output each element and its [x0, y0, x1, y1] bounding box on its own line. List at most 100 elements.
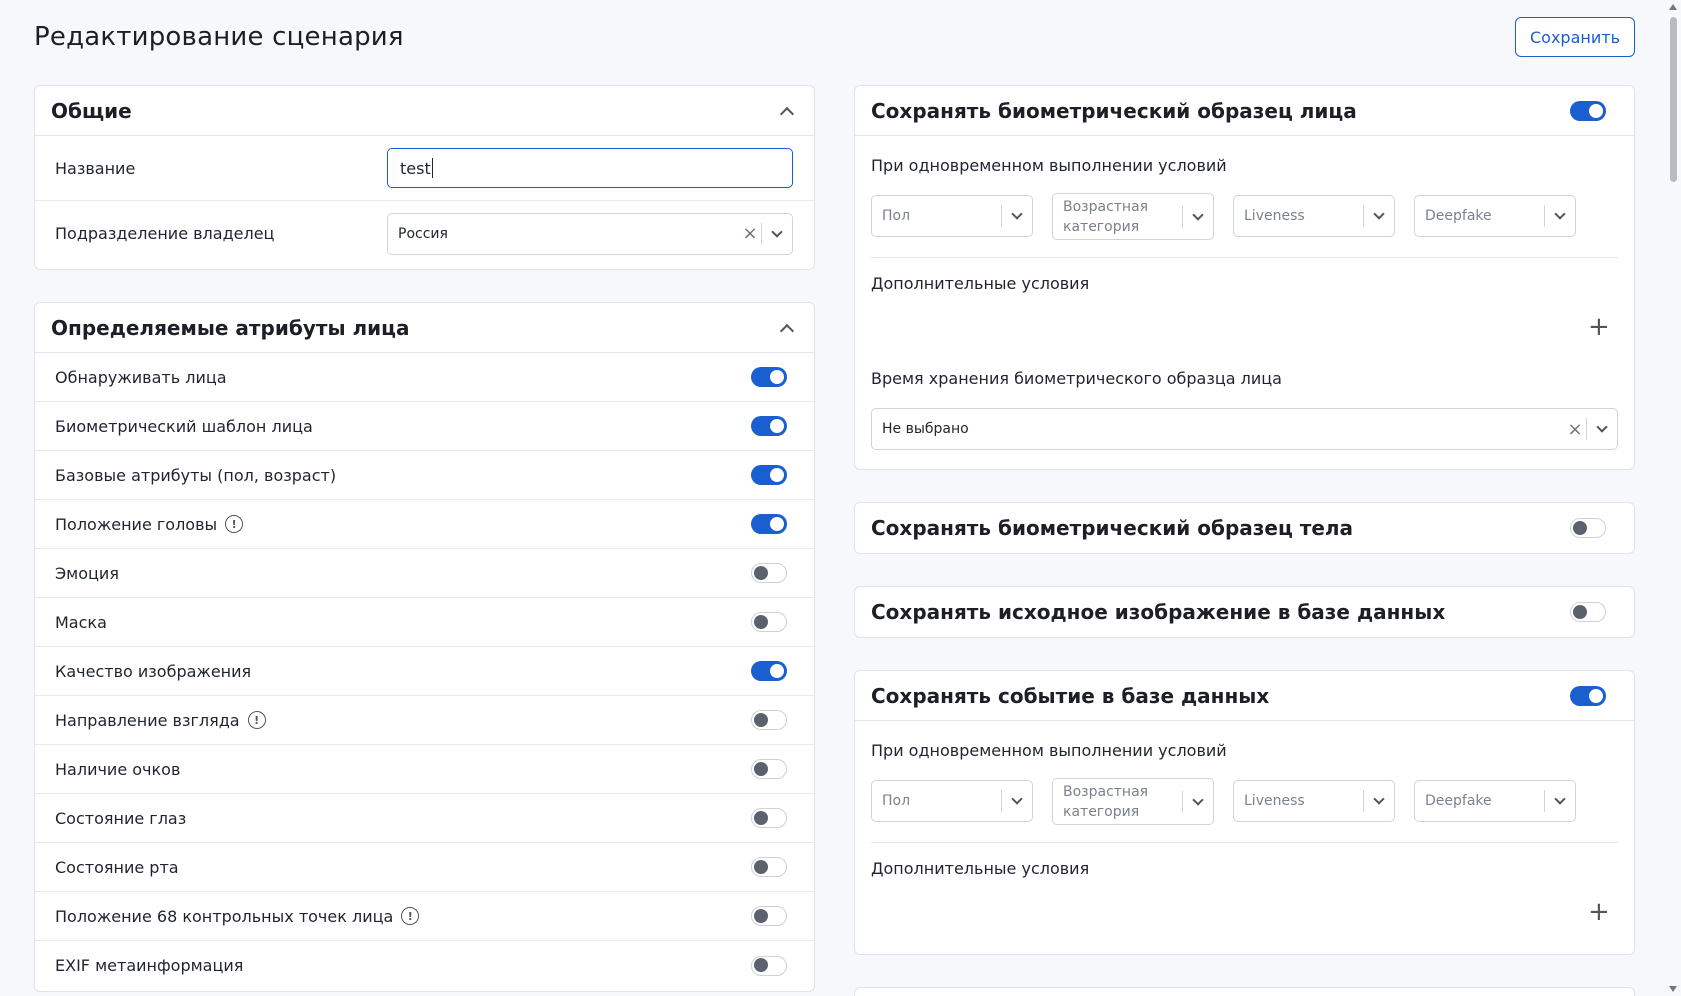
general-card-title: Общие	[51, 98, 132, 123]
chevron-down-icon[interactable]	[1002, 196, 1032, 236]
storage-time-select[interactable]: Не выбрано ×	[871, 408, 1618, 450]
attribute-toggle[interactable]	[751, 563, 787, 583]
attribute-row: Направление взгляда!	[35, 696, 814, 745]
body-sample-toggle[interactable]	[1570, 518, 1606, 538]
attribute-label: Наличие очков	[55, 760, 180, 779]
info-icon[interactable]: !	[401, 907, 420, 925]
attribute-label-text: Обнаруживать лица	[55, 367, 227, 387]
gender-filter-select[interactable]: Пол	[871, 195, 1033, 237]
text-caret	[431, 158, 433, 178]
add-condition-plus-icon[interactable]: +	[1588, 899, 1610, 925]
toggle-knob	[770, 664, 784, 678]
age-filter-placeholder: Возрастная категория	[1063, 198, 1149, 235]
face-sample-header: Сохранять биометрический образец лица	[855, 86, 1634, 136]
attribute-label-text: Положение 68 контрольных точек лица	[55, 906, 394, 926]
source-image-toggle[interactable]	[1570, 602, 1606, 622]
attribute-label: Обнаруживать лица	[55, 368, 227, 387]
chevron-down-icon[interactable]	[1002, 781, 1032, 821]
chevron-down-icon[interactable]	[762, 214, 792, 254]
face-extra-label: Дополнительные условия	[871, 274, 1090, 293]
attribute-toggle[interactable]	[751, 612, 787, 632]
deepfake-filter-select[interactable]: Deepfake	[1414, 780, 1576, 822]
attribute-row: Эмоция	[35, 549, 814, 598]
toggle-knob	[770, 517, 784, 531]
general-card-header[interactable]: Общие	[35, 86, 814, 136]
attribute-label: Эмоция	[55, 564, 119, 583]
deepfake-filter-select[interactable]: Deepfake	[1414, 195, 1576, 237]
collapse-chevron-icon[interactable]	[779, 106, 795, 121]
attribute-label-text: Состояние глаз	[55, 808, 187, 828]
liveness-filter-placeholder: Liveness	[1244, 793, 1305, 809]
gender-filter-placeholder: Пол	[882, 208, 911, 224]
event-filter-row: Пол Возрастная категория Liveness Deepfa…	[871, 778, 1576, 825]
scroll-thumb[interactable]	[1670, 17, 1677, 182]
clear-icon[interactable]: ×	[1564, 419, 1586, 440]
attribute-toggle[interactable]	[751, 857, 787, 877]
clear-icon[interactable]: ×	[739, 223, 761, 244]
toggle-knob	[754, 712, 768, 727]
info-icon[interactable]: !	[225, 515, 244, 533]
attribute-toggle[interactable]	[751, 906, 787, 926]
gender-filter-select[interactable]: Пол	[871, 780, 1033, 822]
attribute-toggle[interactable]	[751, 465, 787, 485]
liveness-filter-placeholder: Liveness	[1244, 208, 1305, 224]
collapse-chevron-icon[interactable]	[779, 323, 795, 338]
add-condition-plus-icon[interactable]: +	[1588, 314, 1610, 340]
attributes-card-header[interactable]: Определяемые атрибуты лица	[35, 303, 814, 353]
attributes-card-title: Определяемые атрибуты лица	[51, 315, 410, 340]
name-input[interactable]: test	[387, 148, 793, 188]
attribute-toggle[interactable]	[751, 955, 787, 976]
liveness-filter-select[interactable]: Liveness	[1233, 780, 1395, 822]
chevron-down-icon[interactable]	[1545, 196, 1575, 236]
toggle-knob	[754, 614, 768, 629]
chevron-down-icon[interactable]	[1183, 194, 1213, 239]
chevron-down-icon[interactable]	[1545, 781, 1575, 821]
attribute-toggle[interactable]	[751, 759, 787, 779]
next-card	[854, 987, 1635, 996]
age-filter-select[interactable]: Возрастная категория	[1052, 193, 1214, 240]
storage-time-label: Время хранения биометрического образца л…	[871, 369, 1282, 388]
face-sample-title: Сохранять биометрический образец лица	[871, 98, 1357, 123]
source-image-title: Сохранять исходное изображение в базе да…	[871, 600, 1446, 624]
face-sample-toggle[interactable]	[1570, 100, 1606, 121]
attribute-row: Обнаруживать лица	[35, 353, 814, 402]
attribute-toggle[interactable]	[751, 367, 787, 387]
toggle-knob	[770, 370, 784, 384]
owner-row: Подразделение владелец Россия ×	[35, 201, 814, 266]
source-image-card: Сохранять исходное изображение в базе да…	[854, 586, 1635, 638]
attribute-toggle[interactable]	[751, 808, 787, 828]
name-row: Название test	[35, 136, 814, 201]
event-conditions-label: При одновременном выполнении условий	[871, 741, 1227, 760]
chevron-down-icon[interactable]	[1587, 409, 1617, 449]
scroll-up-arrow-icon[interactable]	[1669, 4, 1677, 10]
body-sample-title: Сохранять биометрический образец тела	[871, 516, 1354, 540]
attribute-toggle[interactable]	[751, 514, 787, 534]
gender-filter-placeholder: Пол	[882, 793, 911, 809]
attribute-label-text: EXIF метаинформация	[55, 956, 244, 975]
save-button[interactable]: Сохранить	[1515, 17, 1635, 57]
owner-label: Подразделение владелец	[55, 224, 275, 243]
attribute-toggle[interactable]	[751, 416, 787, 436]
chevron-down-icon[interactable]	[1364, 781, 1394, 821]
page-scrollbar[interactable]	[1666, 0, 1681, 996]
liveness-filter-select[interactable]: Liveness	[1233, 195, 1395, 237]
name-input-value: test	[400, 158, 431, 178]
toggle-knob	[754, 859, 768, 874]
chevron-down-icon[interactable]	[1364, 196, 1394, 236]
face-sample-card: Сохранять биометрический образец лица Пр…	[854, 85, 1635, 470]
scroll-down-arrow-icon[interactable]	[1669, 986, 1677, 992]
attribute-toggle[interactable]	[751, 661, 787, 681]
attribute-label: Направление взгляда!	[55, 711, 266, 730]
attribute-toggle[interactable]	[751, 710, 787, 730]
attribute-label: Базовые атрибуты (пол, возраст)	[55, 466, 336, 485]
info-icon[interactable]: !	[247, 711, 266, 729]
attribute-row: Состояние глаз	[35, 794, 814, 843]
toggle-knob	[770, 468, 784, 482]
age-filter-select[interactable]: Возрастная категория	[1052, 778, 1214, 825]
chevron-down-icon[interactable]	[1183, 779, 1213, 824]
event-toggle[interactable]	[1570, 685, 1606, 706]
owner-select[interactable]: Россия ×	[387, 212, 793, 255]
attribute-label: Положение 68 контрольных точек лица!	[55, 906, 420, 926]
attribute-label-text: Маска	[55, 612, 107, 632]
event-title: Сохранять событие в базе данных	[871, 683, 1270, 708]
